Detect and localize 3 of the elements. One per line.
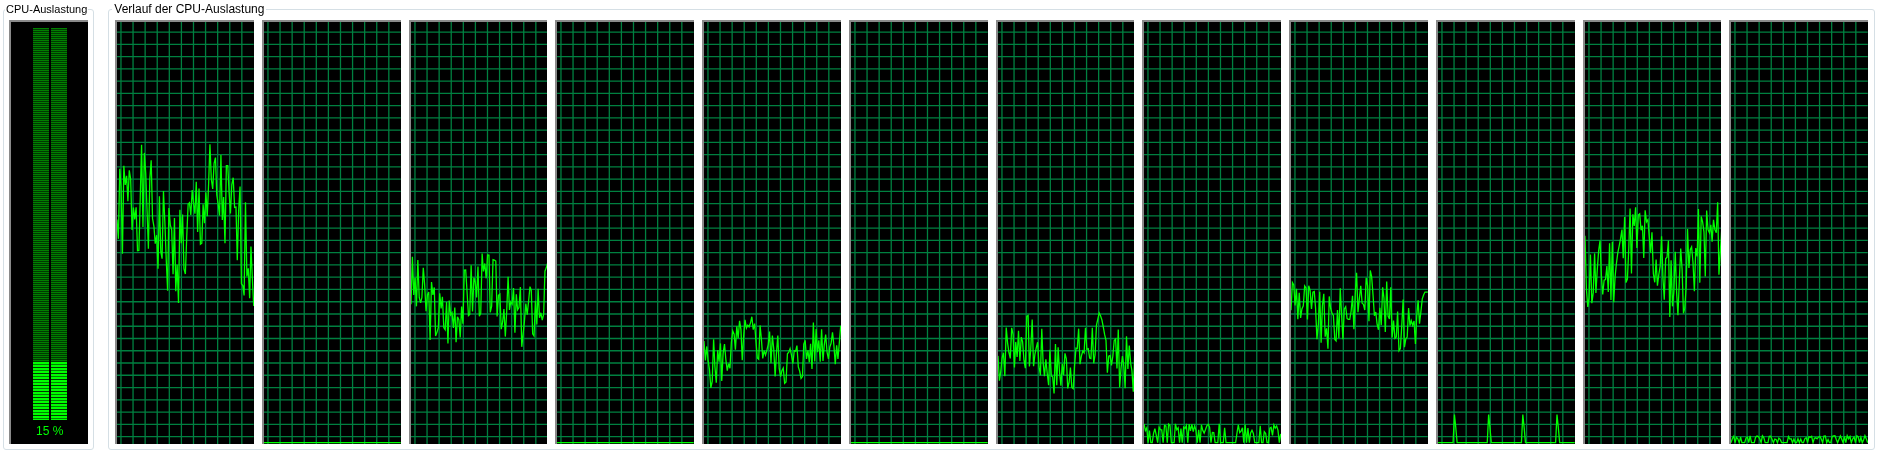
group-title: CPU-Auslastung — [5, 2, 89, 16]
group-title: Verlauf der CPU-Auslastung — [113, 2, 266, 16]
meter-reading: 15 % — [36, 424, 64, 438]
